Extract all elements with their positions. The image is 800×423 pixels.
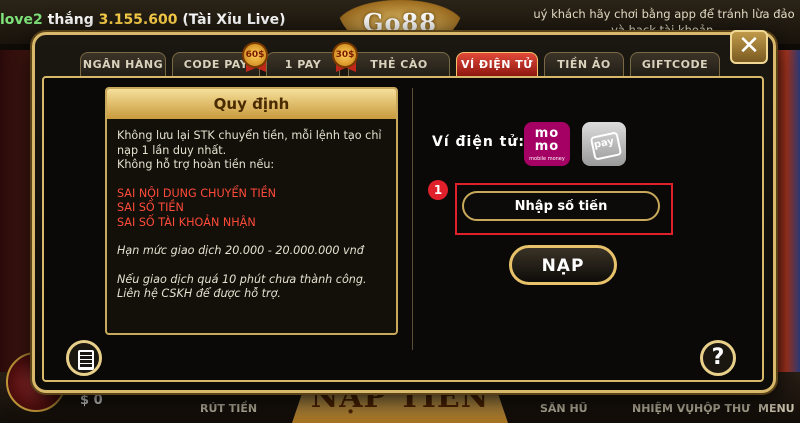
rules-warning-3: SAI SỐ TÀI KHOẢN NHẬN	[117, 215, 256, 229]
ticker-game: (Tài Xỉu Live)	[182, 12, 286, 28]
rules-warning-1: SAI NỘI DUNG CHUYỂN TIỀN	[117, 186, 277, 200]
rules-limit: Hạn mức giao dịch 20.000 - 20.000.000 vn…	[117, 244, 364, 257]
balance-text: $ 0	[80, 393, 103, 408]
tab-1-pay[interactable]: 1 PAY	[266, 52, 340, 77]
nav-jackpot-label: SĂN HŨ	[540, 402, 588, 415]
rules-title: Quy định	[107, 89, 396, 119]
rules-support: Nếu giao dịch quá 10 phút chưa thành côn…	[117, 272, 367, 301]
nav-menu-label: MENU	[758, 402, 795, 415]
nav-jackpot[interactable]: SĂN HŨ	[540, 402, 588, 415]
tab-label: GIFTCODE	[641, 58, 709, 71]
nav-inbox-label: HỘP THƯ	[694, 402, 751, 415]
rules-line-2: Không hỗ trợ hoàn tiền nếu:	[117, 158, 275, 171]
bonus-badge: 30$	[332, 42, 358, 68]
nav-menu[interactable]: MENU	[758, 402, 795, 415]
help-button[interactable]: ?	[700, 340, 736, 376]
tab-ngan-hang[interactable]: NGÂN HÀNG	[80, 52, 166, 77]
nav-withdraw[interactable]: RÚT TIỀN	[200, 402, 257, 415]
nav-missions[interactable]: NHIỆM VỤ	[632, 402, 694, 415]
ticker-user: love2	[0, 12, 43, 28]
momo-logo-line-2: mo	[534, 139, 560, 154]
tab-label: TIỀN ẢO	[557, 58, 611, 71]
tab-vi-dien-tu[interactable]: VÍ ĐIỆN TỬ	[456, 52, 538, 77]
tab-label: CODE PAY	[183, 58, 249, 71]
left-decoration	[0, 50, 32, 380]
tab-the-cao[interactable]: THẺ CÀO	[348, 52, 450, 77]
amount-input[interactable]	[462, 191, 660, 221]
bonus-badge: 60$	[242, 42, 268, 68]
tab-label: NGÂN HÀNG	[82, 58, 164, 71]
rules-box: Quy định Không lưu lại STK chuyển tiền, …	[105, 87, 398, 335]
rules-line-1: Không lưu lại STK chuyển tiền, mỗi lệnh …	[117, 129, 382, 157]
tab-label: THẺ CÀO	[370, 58, 428, 71]
nav-inbox[interactable]: HỘP THƯ	[694, 402, 750, 415]
panel-divider	[412, 88, 413, 350]
ticker-verb: thắng	[47, 12, 94, 28]
tab-label: 1 PAY	[284, 58, 322, 71]
tab-giftcode[interactable]: GIFTCODE	[630, 52, 720, 77]
history-button[interactable]	[66, 340, 102, 376]
nav-withdraw-label: RÚT TIỀN	[200, 402, 258, 415]
momo-wallet-option[interactable]: mo mo mobile money	[524, 122, 570, 166]
tab-label: VÍ ĐIỆN TỬ	[461, 58, 533, 71]
zalopay-wallet-option[interactable]: pay	[582, 122, 626, 166]
history-icon	[78, 350, 94, 370]
win-ticker: love2 thắng 3.155.600 (Tài Xỉu Live)	[0, 12, 285, 28]
rules-warning-2: SAI SỐ TIỀN	[117, 201, 184, 214]
ticker-amount: 3.155.600	[98, 12, 178, 28]
rules-body: Không lưu lại STK chuyển tiền, mỗi lệnh …	[117, 129, 389, 302]
step-number-badge: 1	[428, 180, 448, 200]
momo-logo-sub: mobile money	[529, 156, 565, 162]
nav-missions-label: NHIỆM VỤ	[632, 402, 695, 415]
deposit-submit-button[interactable]: NẠP	[509, 245, 617, 285]
wallet-label: Ví điện tử:	[432, 134, 525, 150]
payment-tabs: NGÂN HÀNG CODE PAY 1 PAY THẺ CÀO VÍ ĐIỆN…	[80, 42, 740, 77]
tab-tien-ao[interactable]: TIỀN ẢO	[544, 52, 624, 77]
